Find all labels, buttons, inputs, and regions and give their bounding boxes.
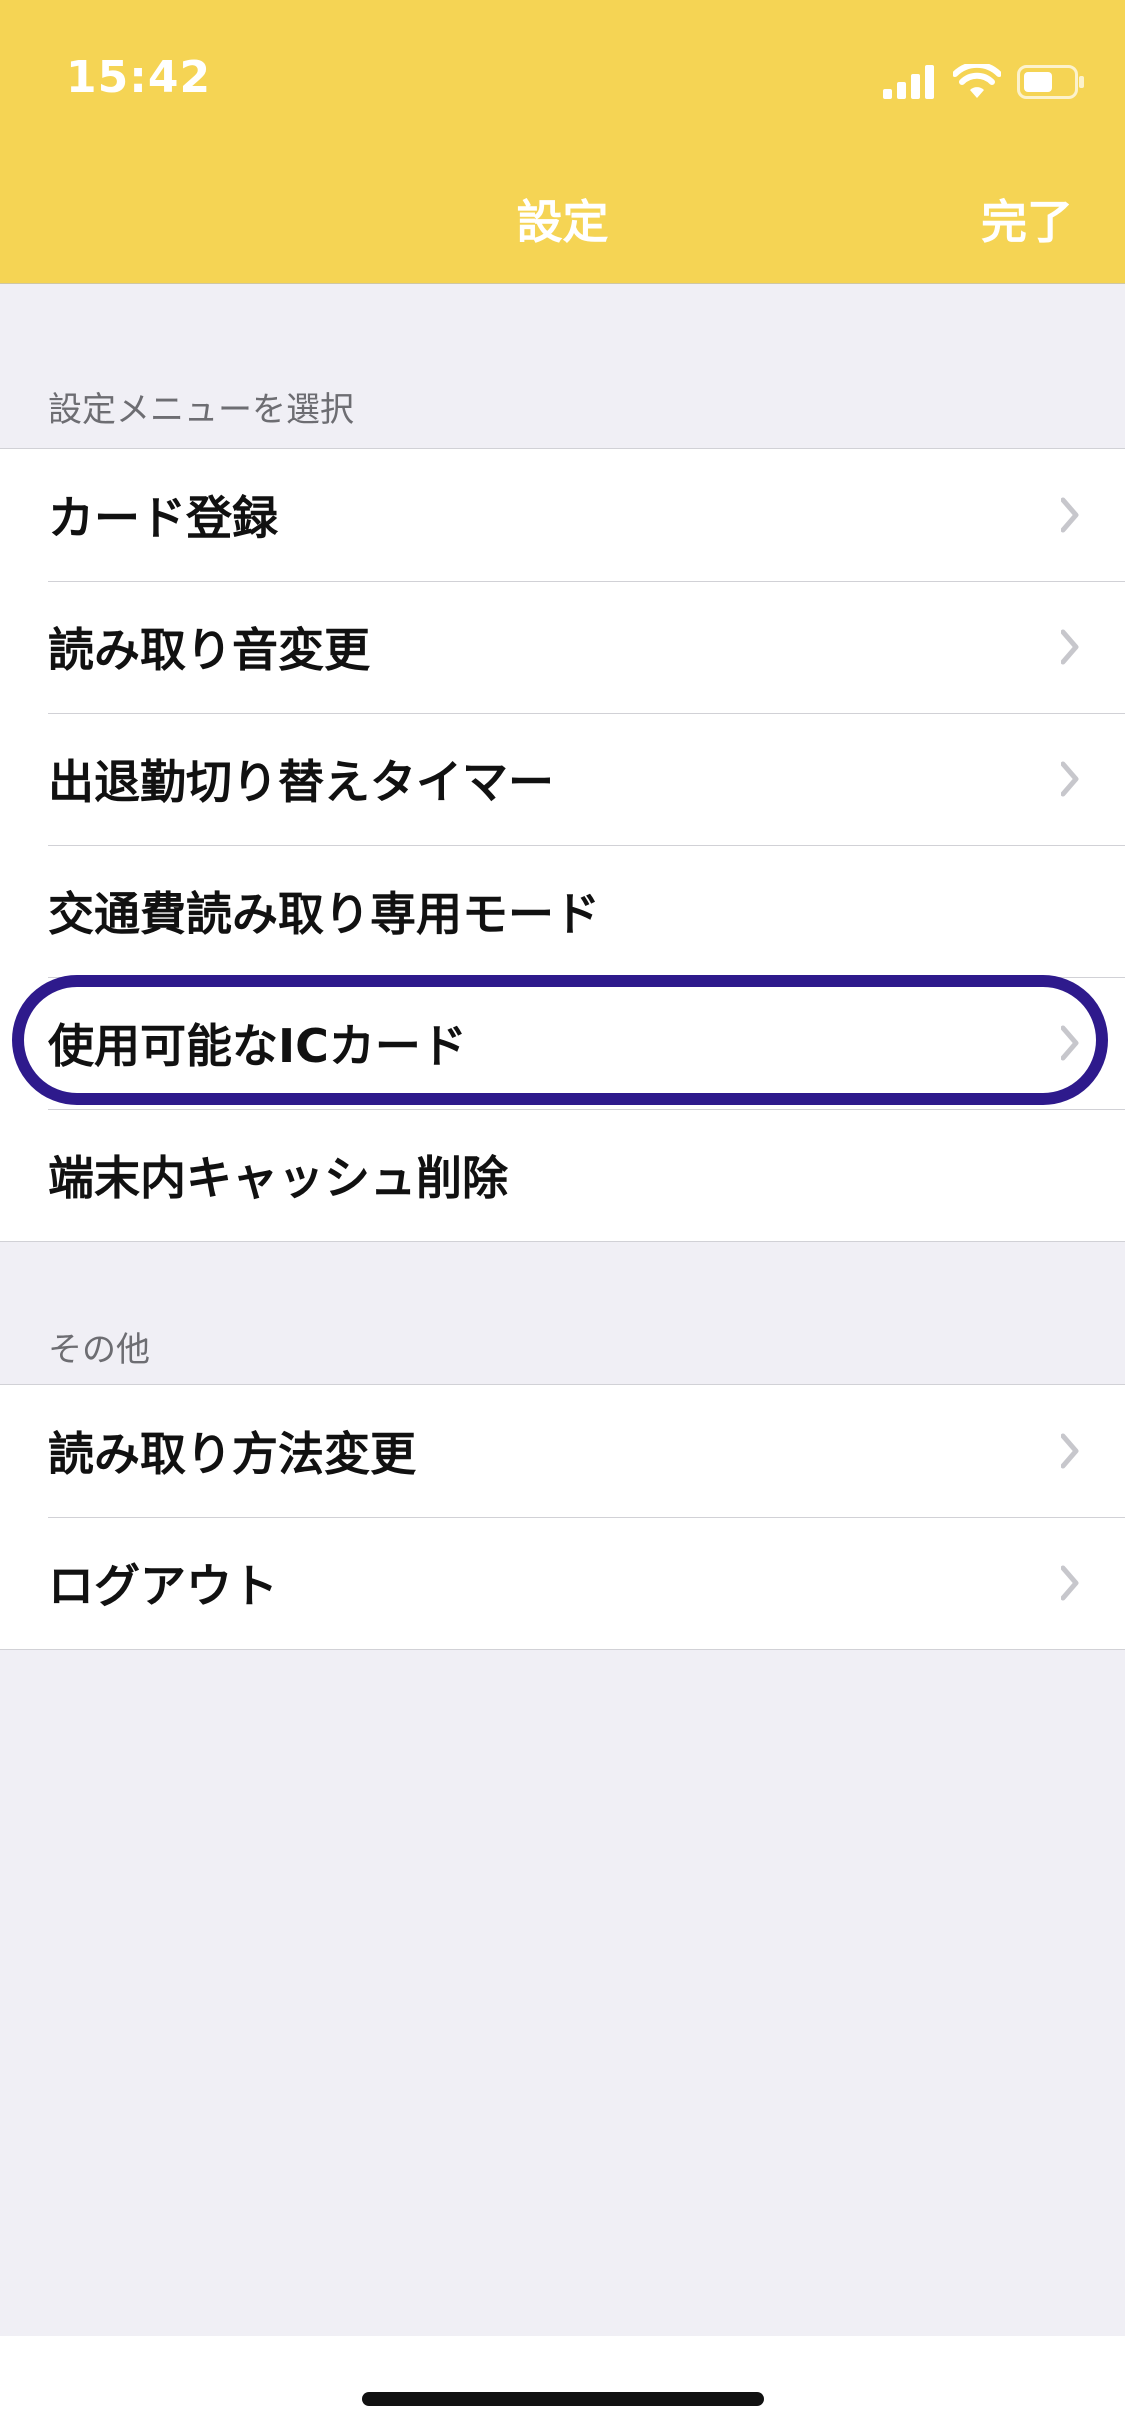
home-indicator[interactable] [362,2392,764,2406]
row-label: 出退勤切り替えタイマー [48,755,554,809]
row-clear-cache[interactable]: 端末内キャッシュ削除 [0,1109,1125,1241]
row-label: 読み取り方法変更 [48,1427,416,1481]
battery-icon [1017,65,1084,99]
chevron-right-icon [1061,497,1079,533]
wifi-icon [953,64,1001,98]
row-usable-ic-cards[interactable]: 使用可能なICカード [0,977,1125,1109]
settings-screen: 15:42 設定 完了 設定メニューを選択 カード登録 読み取り音変更 出退勤切… [0,0,1125,2436]
row-transport-mode[interactable]: 交通費読み取り専用モード [0,845,1125,977]
bottom-safe-area [0,2336,1125,2436]
row-logout[interactable]: ログアウト [0,1517,1125,1649]
row-label: 読み取り音変更 [48,623,370,677]
row-label: カード登録 [48,491,278,545]
row-attendance-timer[interactable]: 出退勤切り替えタイマー [0,713,1125,845]
row-label: 交通費読み取り専用モード [48,887,600,941]
row-label: ログアウト [48,1559,278,1613]
chevron-right-icon [1061,761,1079,797]
chevron-right-icon [1061,1433,1079,1469]
page-title: 設定 [516,195,609,249]
done-button[interactable]: 完了 [981,186,1073,252]
section-header-other: その他 [48,1330,150,1370]
status-time: 15:42 [66,52,212,103]
section-header-settings-menu: 設定メニューを選択 [48,390,354,430]
other-list: 読み取り方法変更 ログアウト [0,1384,1125,1650]
row-label: 使用可能なICカード [48,1019,467,1073]
settings-menu-list: カード登録 読み取り音変更 出退勤切り替えタイマー 交通費読み取り専用モード 使… [0,448,1125,1242]
chevron-right-icon [1061,629,1079,665]
row-read-sound[interactable]: 読み取り音変更 [0,581,1125,713]
chevron-right-icon [1061,1025,1079,1061]
row-read-method[interactable]: 読み取り方法変更 [0,1385,1125,1517]
status-icons [883,60,1085,104]
navigation-header: 15:42 設定 完了 [0,0,1125,284]
cellular-signal-icon [883,65,934,99]
row-card-registration[interactable]: カード登録 [0,449,1125,581]
row-label: 端末内キャッシュ削除 [48,1151,508,1205]
chevron-right-icon [1061,1565,1079,1601]
